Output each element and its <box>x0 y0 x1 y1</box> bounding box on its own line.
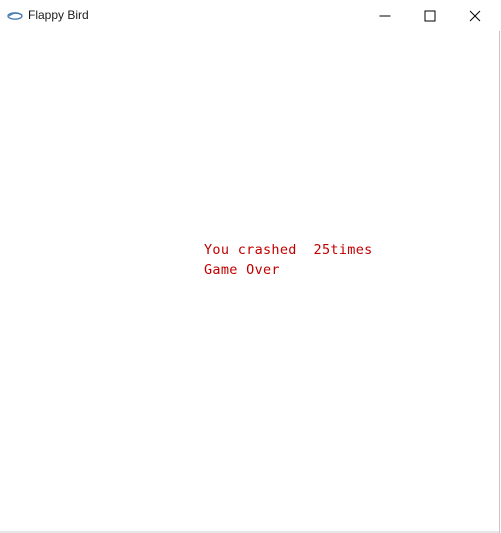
app-window: Flappy Bird You crashed 25times Game Ove… <box>0 0 500 533</box>
game-canvas[interactable]: You crashed 25times Game Over <box>0 31 499 533</box>
window-title: Flappy Bird <box>28 8 89 22</box>
close-icon <box>469 10 480 21</box>
maximize-icon <box>424 10 435 21</box>
maximize-button[interactable] <box>407 0 452 31</box>
minimize-button[interactable] <box>362 0 407 31</box>
game-over-text: Game Over <box>204 262 280 278</box>
title-bar[interactable]: Flappy Bird <box>0 0 500 31</box>
close-button[interactable] <box>452 0 497 31</box>
app-bird-icon <box>7 9 23 21</box>
crash-count-text: You crashed 25times <box>204 242 373 258</box>
minimize-icon <box>379 15 390 16</box>
